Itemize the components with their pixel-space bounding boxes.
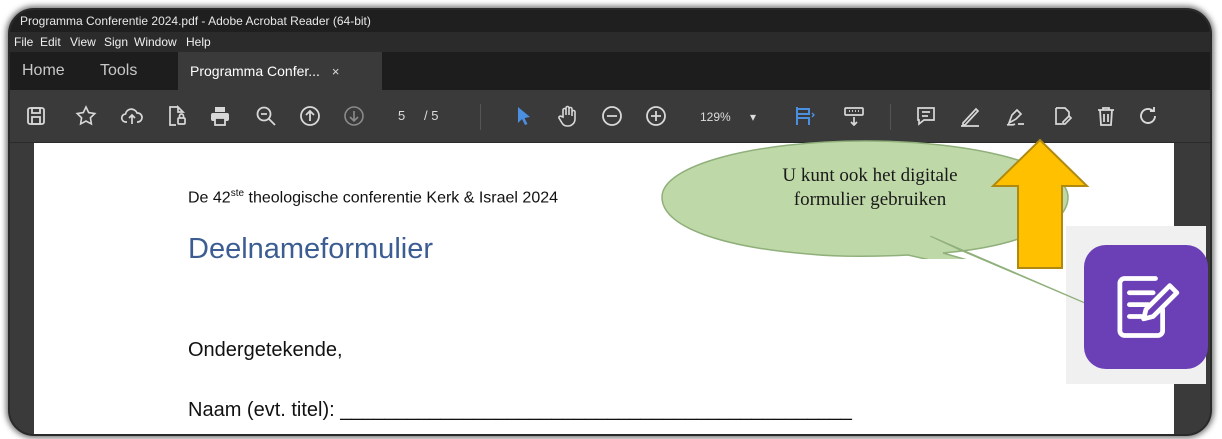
conference-subtitle: De 42ste theologische conferentie Kerk &… — [188, 188, 558, 207]
menu-edit[interactable]: Edit — [40, 32, 61, 52]
toolbar-divider — [890, 104, 891, 130]
menu-file[interactable]: File — [14, 32, 33, 52]
zoom-out-icon[interactable] — [598, 102, 626, 130]
page-up-icon[interactable] — [296, 102, 324, 130]
toolbar-divider — [480, 104, 481, 130]
zoom-search-icon[interactable] — [252, 102, 280, 130]
current-page-field[interactable]: 5 — [398, 108, 405, 123]
select-cursor-icon[interactable] — [510, 102, 538, 130]
name-field-line[interactable]: Naam (evt. titel): _____________________… — [188, 399, 852, 422]
zoom-in-icon[interactable] — [642, 102, 670, 130]
tab-tools[interactable]: Tools — [100, 52, 137, 90]
digital-form-app-icon[interactable] — [1084, 245, 1208, 369]
sign-icon[interactable] — [1002, 102, 1030, 130]
subtitle-prefix: De 42 — [188, 189, 231, 207]
scroll-mode-icon[interactable] — [840, 102, 868, 130]
page-down-icon[interactable] — [340, 102, 368, 130]
tab-home[interactable]: Home — [22, 52, 65, 90]
print-icon[interactable] — [206, 102, 234, 130]
toolbar: 5 / 5 129% ▾ — [10, 90, 1210, 143]
tab-bar: Home Tools Programma Confer... × — [10, 52, 1210, 90]
form-edit-icon — [1117, 276, 1180, 338]
tab-document-label: Programma Confer... — [190, 63, 320, 79]
form-title: Deelnameformulier — [188, 233, 433, 265]
callout-line-1: U kunt ook het digitale — [782, 165, 958, 186]
arrow-up-icon — [990, 138, 1090, 269]
rotate-icon[interactable] — [1134, 102, 1162, 130]
callout-text: U kunt ook het digitale formulier gebrui… — [705, 164, 1035, 212]
zoom-dropdown-caret[interactable]: ▾ — [750, 110, 756, 124]
highlight-icon[interactable] — [956, 102, 984, 130]
window-title: Programma Conferentie 2024.pdf - Adobe A… — [20, 14, 371, 28]
tab-close-icon[interactable]: × — [332, 64, 340, 79]
protect-file-icon[interactable] — [162, 102, 190, 130]
upload-cloud-icon[interactable] — [118, 102, 146, 130]
fill-sign-icon[interactable] — [1048, 102, 1076, 130]
comment-icon[interactable] — [912, 102, 940, 130]
undersigned-label: Ondergetekende, — [188, 339, 343, 361]
delete-icon[interactable] — [1092, 102, 1120, 130]
hand-tool-icon[interactable] — [554, 102, 582, 130]
menu-bar: File Edit View Sign Window Help — [10, 32, 1210, 52]
menu-help[interactable]: Help — [186, 32, 211, 52]
tab-document[interactable]: Programma Confer... × — [178, 52, 382, 90]
fit-page-icon[interactable] — [790, 102, 818, 130]
menu-sign[interactable]: Sign — [104, 32, 128, 52]
page-total: / 5 — [424, 108, 439, 123]
bookmark-star-icon[interactable] — [72, 102, 100, 130]
subtitle-superscript: ste — [230, 188, 245, 199]
title-bar: Programma Conferentie 2024.pdf - Adobe A… — [10, 10, 1210, 32]
menu-view[interactable]: View — [70, 32, 96, 52]
callout-line-2: formulier gebruiken — [793, 189, 947, 210]
zoom-level[interactable]: 129% — [700, 110, 731, 124]
subtitle-suffix: theologische conferentie Kerk & Israel 2… — [244, 189, 559, 207]
menu-window[interactable]: Window — [134, 32, 177, 52]
save-icon[interactable] — [22, 102, 50, 130]
